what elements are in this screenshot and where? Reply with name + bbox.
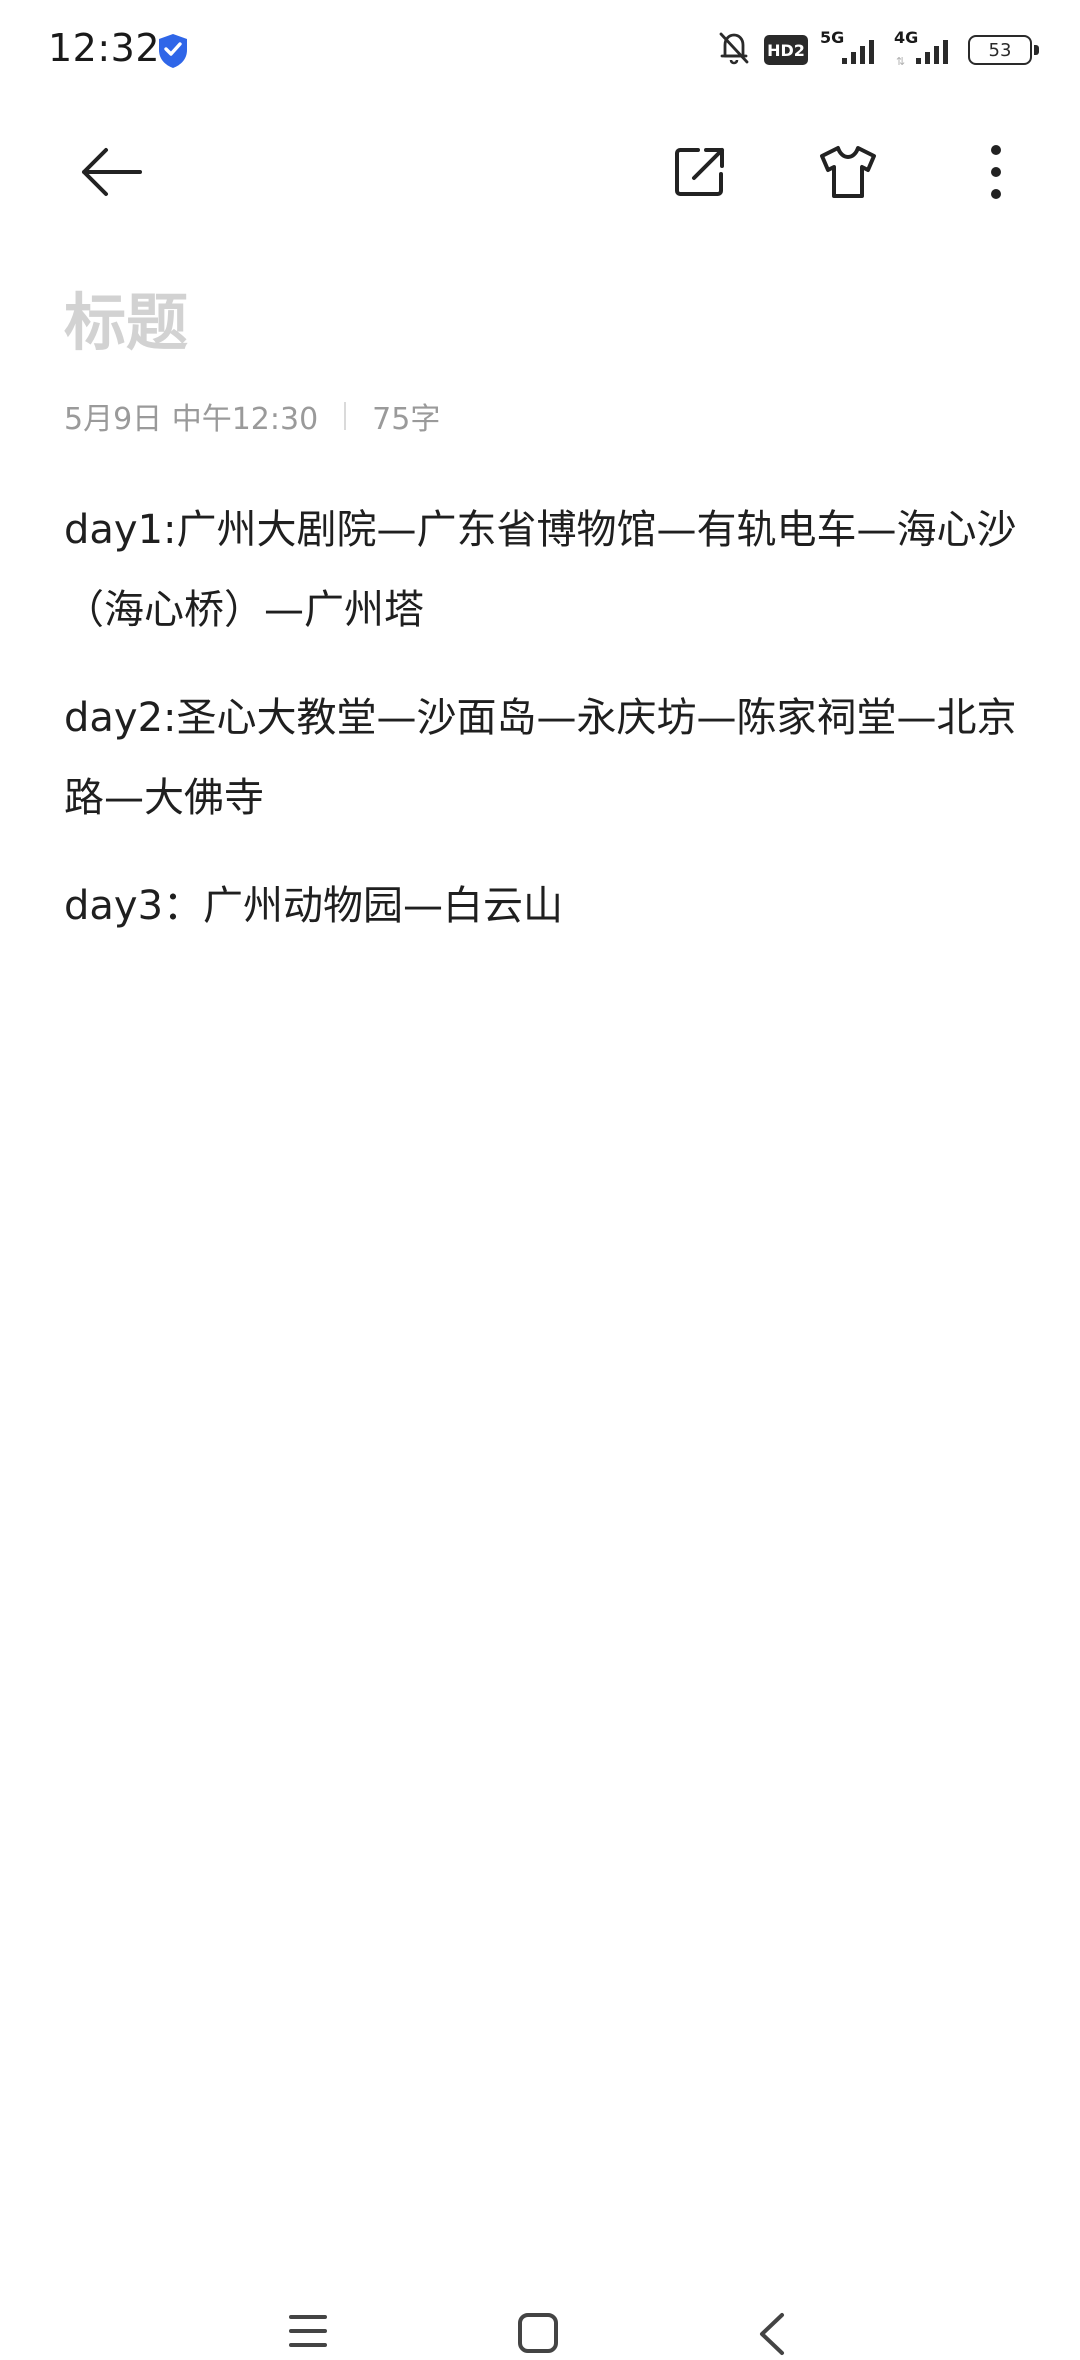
note-toolbar	[0, 110, 1080, 230]
theme-button[interactable]	[812, 136, 884, 208]
note-date: 5月9日 中午12:30	[64, 402, 319, 437]
status-bar: 12:32 HD2 5G 4G ⇅ 53	[0, 0, 1080, 100]
note-body-editor[interactable]: day1:广州大剧院—广东省博物馆—有轨电车—海心沙（海心桥）—广州塔 day2…	[64, 490, 1044, 974]
share-button[interactable]	[664, 136, 736, 208]
note-line-day3: day3：广州动物园—白云山	[64, 883, 564, 929]
data-arrows-icon: ⇅	[896, 55, 906, 68]
notes-editor-screen: 12:32 HD2 5G 4G ⇅ 53 标题 5月9日 中午12:30 75字…	[0, 0, 1080, 2360]
network-5g: 5G	[820, 28, 882, 70]
note-line-day2: day2:圣心大教堂—沙面岛—永庆坊—陈家祠堂—北京路—大佛寺	[64, 695, 1017, 821]
tshirt-icon	[820, 146, 876, 198]
signal-bars-icon	[916, 40, 948, 64]
note-line-day1: day1:广州大剧院—广东省博物馆—有轨电车—海心沙（海心桥）—广州塔	[64, 507, 1017, 633]
external-link-icon	[675, 148, 724, 196]
bell-off-icon	[716, 29, 752, 71]
network-4g: 4G ⇅	[894, 28, 956, 70]
back-button[interactable]	[76, 136, 148, 208]
shield-icon	[156, 32, 190, 70]
dots-vertical-icon	[991, 145, 1001, 199]
system-nav-bar	[0, 2300, 1080, 2360]
chevron-left-icon	[760, 2313, 784, 2355]
square-icon	[518, 2313, 558, 2353]
signal-bars-icon	[842, 40, 874, 64]
home-button[interactable]	[508, 2312, 568, 2360]
word-count: 75字	[372, 402, 441, 437]
battery-indicator: 53	[968, 35, 1039, 65]
meta-divider	[344, 402, 347, 430]
arrow-left-icon	[82, 148, 142, 196]
menu-lines-icon	[289, 2315, 327, 2347]
status-time: 12:32	[48, 26, 161, 70]
note-meta: 5月9日 中午12:30 75字	[64, 394, 440, 438]
hd-badge: HD2	[764, 35, 808, 65]
note-title-input[interactable]: 标题	[64, 272, 188, 362]
system-back-button[interactable]	[742, 2312, 802, 2360]
recent-apps-button[interactable]	[278, 2312, 338, 2360]
status-icons: HD2 5G 4G ⇅ 53	[716, 28, 1039, 71]
more-button[interactable]	[960, 136, 1032, 208]
